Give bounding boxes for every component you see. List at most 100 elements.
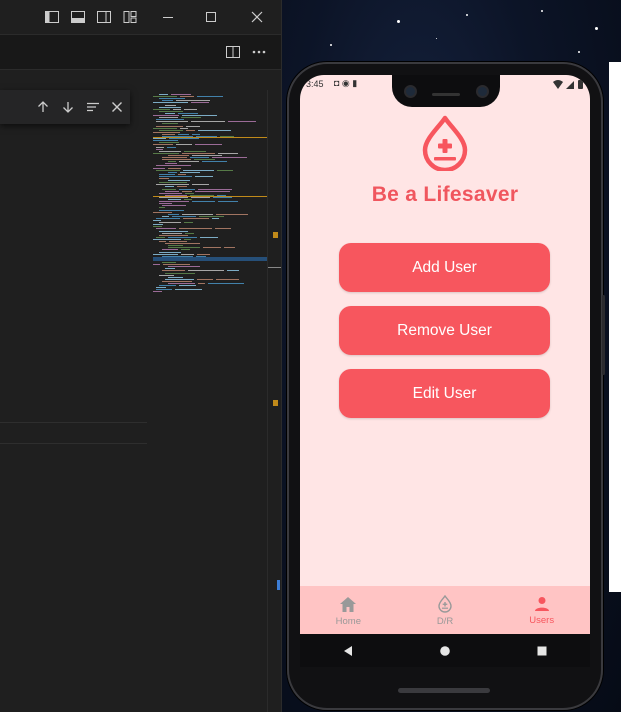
volume-button [602,295,605,375]
minimap-code-line [175,144,192,146]
minimap-code-line [159,98,186,100]
minimap-code-line [156,125,183,127]
scrollbar-marker [273,400,278,406]
minimap-code-line [191,154,222,156]
minimap-code-line [159,285,177,287]
remove-user-button[interactable]: Remove User [339,306,550,355]
list-icon[interactable] [85,99,101,115]
minimap-code-line [183,108,198,110]
minimap-code-line [159,196,188,198]
minimap-code-line [178,228,212,230]
close-icon[interactable] [109,99,125,115]
minimap-code-line [168,236,197,238]
minimap-code-line [159,110,184,112]
minimap-code-line [168,276,184,278]
editor-scrollbar[interactable] [267,90,281,712]
minimap-code-line [216,169,234,171]
minimap-code-line [156,228,176,230]
nav-item-dr[interactable]: D/R [397,586,494,634]
minimap-code-line [159,117,179,119]
minimap-code-line [165,278,194,280]
minimap-code-line [159,230,189,232]
minimap-code-line [195,175,214,177]
minimap-code-line [167,167,181,169]
minimap-code-line [159,274,175,276]
nav-item-home[interactable]: Home [300,586,397,634]
minimap-code-line [156,165,191,167]
minimap-code-line [179,171,201,173]
arrow-up-icon[interactable] [35,99,51,115]
minimap-code-line [162,264,191,266]
minimap-code-line [223,247,235,249]
editor-titlebar [0,0,281,35]
minimap-code-line [190,102,210,104]
minimap-code-line [167,146,176,148]
close-icon[interactable] [249,9,265,25]
maximize-icon[interactable] [203,9,219,25]
minimap-code-line [179,96,195,98]
nav-item-users[interactable]: Users [493,586,590,634]
star [436,38,437,39]
minimap-code-line [184,150,207,152]
minimap-code-line [156,119,185,121]
app-title: Be a Lifesaver [371,183,519,206]
minimap-code-line [182,190,193,192]
split-editor-icon[interactable] [225,44,241,60]
minimap-code-line [162,232,182,234]
minimap[interactable] [153,90,267,300]
phone-speaker-bar [398,688,490,693]
layout-sidebar-right-icon[interactable] [96,9,112,25]
minimap-code-line [165,186,174,188]
minimap-code-line [197,188,232,190]
minimap-code-line [168,171,177,173]
minimap-code-line [171,215,197,217]
layout-customize-icon[interactable] [122,9,138,25]
minimap-code-line [165,272,195,274]
minimap-code-line [183,222,193,224]
minimap-code-line [153,224,164,226]
minimap-code-line [190,157,210,158]
minimap-code-line [153,226,163,228]
minimap-code-line [159,94,169,95]
recents-icon[interactable] [536,645,548,657]
minimap-code-line [153,138,166,140]
edit-user-button[interactable]: Edit User [339,369,550,418]
minimap-code-line [165,112,176,114]
minimize-icon[interactable] [160,9,176,25]
arrow-down-icon[interactable] [60,99,76,115]
back-icon[interactable] [342,645,354,657]
minimap-code-line [159,234,189,236]
minimap-code-line [162,270,186,272]
minimap-code-line [212,157,248,158]
layout-sidebar-left-icon[interactable] [44,9,60,25]
home-circle-icon[interactable] [439,645,451,657]
add-user-button[interactable]: Add User [339,243,550,292]
speaker-grille [432,93,460,96]
minimap-code-line [226,270,240,272]
minimap-code-line [182,213,214,215]
minimap-code-line [153,211,172,213]
more-actions-icon[interactable] [251,44,267,60]
minimap-code-line [153,167,165,169]
minimap-code-line [176,100,211,102]
scrollbar-marker [277,580,280,590]
minimap-code-line [190,121,225,123]
minimap-code-line [162,100,174,102]
minimap-code-line [165,243,200,245]
minimap-code-line [196,278,214,280]
minimap-code-line [168,241,188,242]
signal-battery-icon [553,80,583,89]
minimap-code-line [168,161,176,163]
minimap-code-line [168,213,179,215]
minimap-code-line [156,169,180,171]
minimap-code-line [212,217,219,219]
minimap-code-line [153,140,178,142]
minimap-code-line [191,184,210,186]
minimap-code-line [168,180,191,182]
minimap-code-line [162,123,178,125]
layout-panel-icon[interactable] [70,9,86,25]
minimap-code-line [183,238,191,240]
minimap-code-line [207,283,244,284]
minimap-code-line [159,201,190,203]
person-icon [534,597,549,611]
